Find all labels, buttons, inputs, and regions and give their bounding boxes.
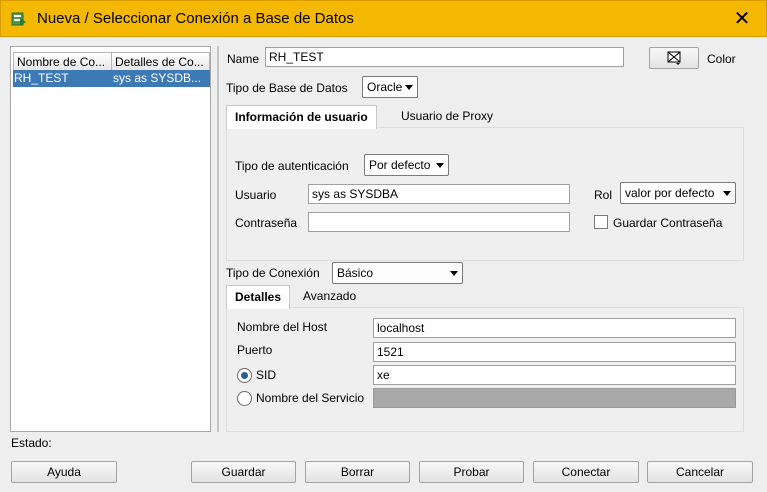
auth-type-label: Tipo de autenticación	[235, 159, 349, 173]
conn-type-select[interactable]: Básico	[332, 262, 463, 284]
help-button[interactable]: Ayuda	[11, 461, 117, 483]
column-header-name[interactable]: Nombre de Co...	[13, 52, 112, 71]
port-input[interactable]: 1521	[373, 342, 736, 362]
save-password-label: Guardar Contraseña	[613, 216, 723, 230]
radio-selected-dot	[241, 372, 248, 379]
sid-radio[interactable]	[237, 368, 252, 383]
title-bar: Nueva / Seleccionar Conexión a Base de D…	[0, 0, 767, 37]
connection-row[interactable]: RH_TEST sys as SYSDB...	[13, 70, 210, 87]
save-button[interactable]: Guardar	[191, 461, 296, 483]
chevron-down-icon	[723, 191, 731, 196]
password-label: Contraseña	[235, 216, 298, 230]
pane-splitter[interactable]	[217, 46, 219, 432]
host-label: Nombre del Host	[237, 320, 328, 334]
connection-name-cell: RH_TEST	[14, 71, 69, 85]
conn-type-value: Básico	[337, 266, 374, 280]
name-input[interactable]: RH_TEST	[265, 47, 624, 67]
role-select[interactable]: valor por defecto	[620, 182, 736, 204]
sid-label: SID	[256, 368, 277, 382]
db-type-label: Tipo de Base de Datos	[226, 81, 348, 95]
status-label: Estado:	[11, 436, 52, 450]
password-input[interactable]	[308, 212, 570, 232]
tab-proxy-user[interactable]: Usuario de Proxy	[393, 105, 501, 129]
tab-details[interactable]: Detalles	[226, 285, 291, 309]
color-swatch-icon	[667, 51, 681, 65]
db-type-select[interactable]: Oracle	[362, 76, 418, 98]
column-header-details[interactable]: Detalles de Co...	[111, 52, 210, 71]
delete-button[interactable]: Borrar	[305, 461, 410, 483]
port-label: Puerto	[237, 343, 273, 357]
color-picker-button[interactable]	[649, 47, 699, 69]
window-title: Nueva / Seleccionar Conexión a Base de D…	[37, 10, 354, 27]
user-input[interactable]: sys as SYSDBA	[308, 184, 570, 204]
host-input[interactable]: localhost	[373, 318, 736, 338]
conn-type-label: Tipo de Conexión	[226, 266, 320, 280]
role-label: Rol	[594, 188, 613, 202]
user-label: Usuario	[235, 188, 277, 202]
tab-advanced[interactable]: Avanzado	[295, 285, 364, 309]
save-password-checkbox[interactable]	[594, 215, 608, 229]
chevron-down-icon	[405, 85, 413, 90]
connection-details-cell: sys as SYSDB...	[113, 71, 202, 85]
chevron-down-icon	[436, 163, 444, 168]
chevron-down-icon	[450, 271, 458, 276]
connect-button[interactable]: Conectar	[533, 461, 639, 483]
auth-type-select[interactable]: Por defecto	[364, 154, 449, 176]
sid-input[interactable]: xe	[373, 365, 736, 385]
database-connection-icon	[11, 12, 26, 26]
test-button[interactable]: Probar	[419, 461, 524, 483]
service-name-radio[interactable]	[237, 391, 252, 406]
name-label: Name	[227, 52, 260, 66]
cancel-button[interactable]: Cancelar	[647, 461, 753, 483]
auth-type-value: Por defecto	[369, 158, 431, 172]
db-type-value: Oracle	[367, 80, 403, 94]
role-value: valor por defecto	[625, 186, 715, 200]
color-label: Color	[707, 52, 736, 66]
tab-user-info[interactable]: Información de usuario	[226, 105, 377, 129]
connection-list[interactable]: Nombre de Co... Detalles de Co... RH_TES…	[10, 46, 211, 432]
service-name-label: Nombre del Servicio	[256, 391, 365, 405]
service-name-input	[373, 388, 736, 408]
close-icon[interactable]: ✕	[730, 7, 754, 31]
